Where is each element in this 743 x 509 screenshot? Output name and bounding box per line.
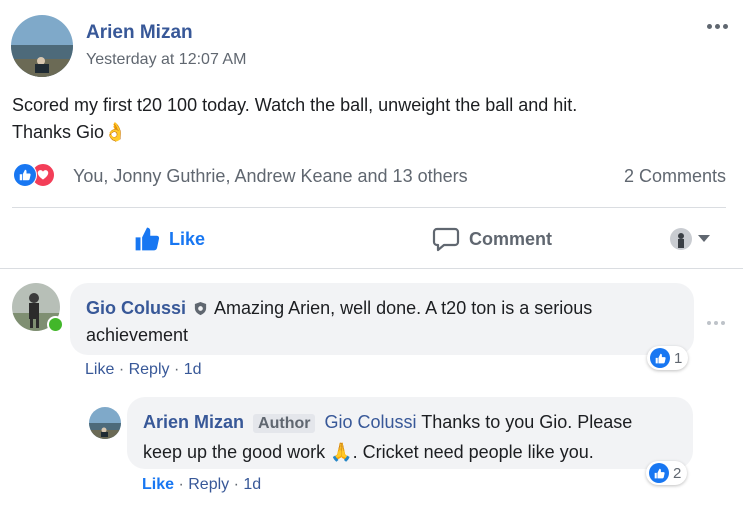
comments-count[interactable]: 2 Comments bbox=[624, 166, 726, 187]
reply-bubble: Arien Mizan Author Gio Colussi Thanks to… bbox=[127, 397, 693, 469]
dot-icon bbox=[707, 321, 711, 325]
dot-icon bbox=[721, 321, 725, 325]
post-as-selector[interactable] bbox=[670, 228, 710, 250]
post-timestamp[interactable]: Yesterday at 12:07 AM bbox=[86, 51, 246, 69]
reply-reply-link[interactable]: Reply bbox=[188, 476, 229, 493]
reaction-icons[interactable] bbox=[13, 163, 69, 187]
comment-icon bbox=[432, 227, 460, 252]
dot-icon bbox=[715, 24, 720, 29]
folded-hands-emoji: 🙏 bbox=[330, 442, 353, 462]
like-reaction-icon bbox=[650, 348, 670, 368]
comment-age[interactable]: 1d bbox=[184, 361, 202, 378]
post-text: Scored my first t20 100 today. Watch the… bbox=[12, 92, 732, 146]
reply-like-link[interactable]: Like bbox=[142, 476, 174, 493]
comment-reply-link[interactable]: Reply bbox=[129, 361, 170, 378]
reply-text: Arien Mizan Author Gio Colussi Thanks to… bbox=[143, 408, 688, 466]
reaction-count: 1 bbox=[674, 349, 683, 367]
post-options-button[interactable] bbox=[707, 24, 728, 29]
like-reaction-icon bbox=[649, 463, 669, 483]
reply-reactions-chip[interactable]: 2 bbox=[646, 461, 688, 485]
reply-age[interactable]: 1d bbox=[243, 476, 261, 493]
post-text-line: Thanks Gio👌 bbox=[12, 122, 127, 142]
reply-text-line: . Cricket need people like you. bbox=[352, 442, 594, 462]
online-status-dot bbox=[47, 316, 64, 333]
like-reaction-icon bbox=[13, 163, 37, 187]
author-badge: Author bbox=[253, 414, 316, 433]
comment-action-label: Comment bbox=[469, 228, 553, 249]
dot-icon bbox=[714, 321, 718, 325]
comment-text: Gio Colussi Amazing Arien, well done. A … bbox=[86, 295, 686, 349]
reply-text-line: keep up the good work bbox=[143, 442, 326, 462]
comment-like-link[interactable]: Like bbox=[85, 361, 114, 378]
caret-down-icon bbox=[698, 235, 710, 242]
user-avatar-small bbox=[670, 228, 692, 250]
comment-bubble: Gio Colussi Amazing Arien, well done. A … bbox=[70, 283, 694, 355]
comment-action-button[interactable]: Comment bbox=[432, 226, 552, 252]
comment-text-line: achievement bbox=[86, 325, 189, 345]
comment-actions: Like · Reply · 1d bbox=[85, 361, 202, 378]
mention-link[interactable]: Gio Colussi bbox=[324, 412, 416, 432]
reactions-summary[interactable]: You, Jonny Guthrie, Andrew Keane and 13 … bbox=[73, 166, 468, 187]
post-text-line: Scored my first t20 100 today. Watch the… bbox=[12, 95, 578, 115]
ok-hand-emoji: 👌 bbox=[104, 122, 127, 142]
divider bbox=[12, 207, 726, 208]
comment-reactions-chip[interactable]: 1 bbox=[647, 346, 689, 370]
like-action-button[interactable]: Like bbox=[133, 226, 205, 252]
dot-icon bbox=[707, 24, 712, 29]
thumbs-up-icon bbox=[135, 227, 160, 251]
dot-icon bbox=[723, 24, 728, 29]
post-author-name[interactable]: Arien Mizan bbox=[86, 22, 193, 44]
reply-author[interactable]: Arien Mizan bbox=[143, 412, 244, 432]
comment-text-line: Amazing Arien, well done. A t20 ton is a… bbox=[214, 298, 593, 318]
reaction-count: 2 bbox=[673, 464, 682, 482]
reply-actions: Like · Reply · 1d bbox=[142, 476, 262, 493]
shield-badge-icon bbox=[194, 301, 207, 316]
post-author-avatar[interactable] bbox=[11, 15, 73, 77]
reply-author-avatar[interactable] bbox=[89, 407, 121, 439]
divider bbox=[0, 268, 743, 269]
reply-text-line: Thanks to you Gio. Please bbox=[421, 412, 633, 432]
like-action-label: Like bbox=[169, 228, 206, 249]
comment-options-button[interactable] bbox=[707, 321, 725, 325]
comment-author[interactable]: Gio Colussi bbox=[86, 298, 186, 318]
